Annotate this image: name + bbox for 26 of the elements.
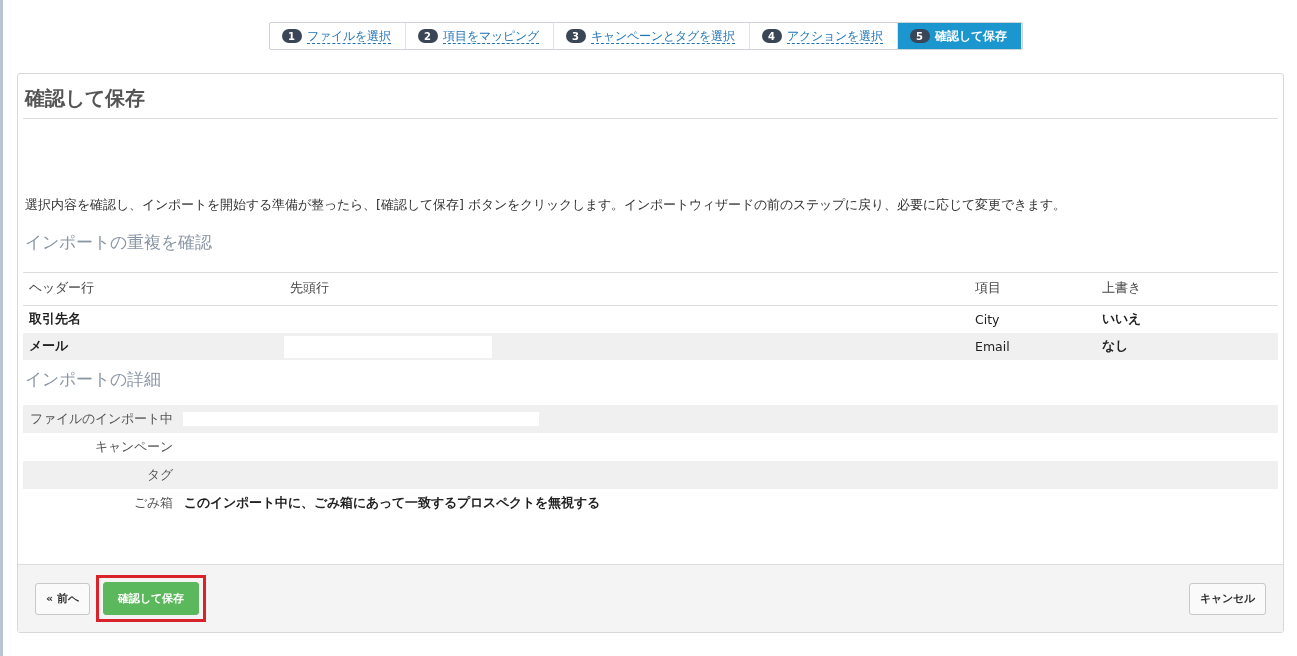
table-cell: Email — [975, 339, 1010, 354]
table-cell: メール — [29, 338, 68, 353]
detail-value: このインポート中に、ごみ箱にあって一致するプロスペクトを無視する — [184, 494, 600, 510]
wizard-step[interactable]: 1 ファイルを選択 — [269, 23, 406, 49]
column-header: ヘッダー行 — [23, 272, 284, 306]
detail-label: ファイルのインポート中 — [30, 410, 173, 426]
detail-label: ごみ箱 — [134, 494, 173, 510]
table-cell: City — [975, 312, 1000, 327]
detail-label: キャンペーン — [95, 438, 173, 454]
description-text: 選択内容を確認し、インポートを開始する準備が整ったら、[確認して保存] ボタンをクリックします。インポートウィザードの前のステップに戻り、必要に応じて変更できます。 — [25, 197, 1067, 214]
wizard-step[interactable]: 4 アクションを選択 — [749, 23, 898, 49]
wizard-step[interactable]: 3 キャンペーンとタグを選択 — [553, 23, 750, 49]
cancel-button[interactable]: キャンセル — [1189, 582, 1266, 615]
wizard-step[interactable]: 5 確認して保存 — [897, 23, 1022, 49]
section-heading: インポートの詳細 — [25, 368, 162, 391]
back-button[interactable]: « 前へ — [35, 582, 90, 615]
column-header: 上書き — [1096, 272, 1278, 306]
wizard-step[interactable]: 2 項目をマッピング — [405, 23, 554, 49]
table-cell: なし — [1102, 338, 1128, 353]
table-cell: いいえ — [1102, 311, 1141, 326]
column-header: 先頭行 — [284, 272, 969, 306]
section-heading: インポートの重複を確認 — [25, 231, 213, 254]
column-header: 項目 — [969, 272, 1096, 306]
page-title: 確認して保存 — [23, 74, 1278, 119]
table-cell: 取引先名 — [29, 311, 81, 326]
detail-label: タグ — [147, 466, 173, 482]
